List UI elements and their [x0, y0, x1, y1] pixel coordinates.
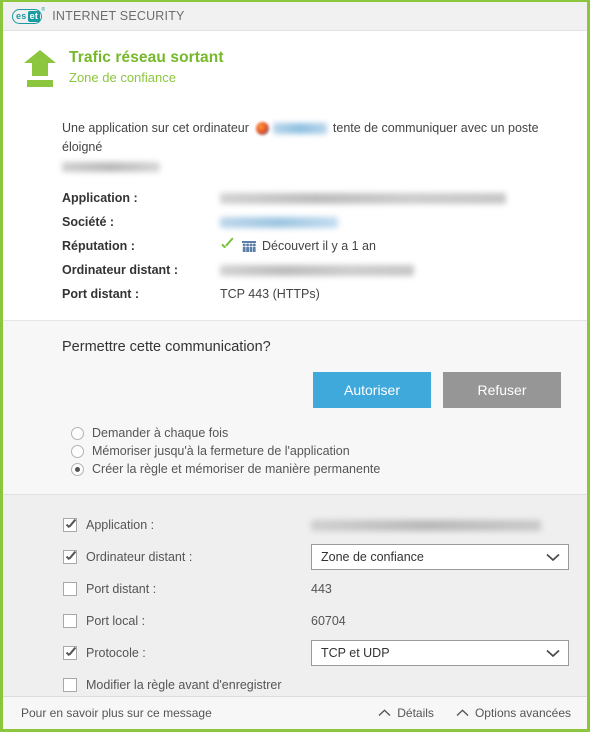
option-label-remote-port: Port distant :: [86, 582, 157, 596]
radio-label: Créer la règle et mémoriser de manière p…: [92, 462, 381, 476]
decision-question: Permettre cette communication?: [62, 339, 271, 355]
chevron-down-icon: [546, 649, 560, 657]
intro-sentence: Une application sur cet ordinateur tente…: [62, 119, 567, 172]
users-group-icon: [242, 240, 256, 252]
dropdown-protocol[interactable]: TCP et UDP: [311, 640, 569, 666]
dropdown-value-remote-computer: Zone de confiance: [321, 550, 424, 564]
checkbox-remote-port[interactable]: [63, 582, 77, 596]
connection-info-panel: Une application sur cet ordinateur tente…: [3, 102, 587, 320]
option-row-local-port: Port local : 60704: [63, 605, 569, 637]
intro-text-before: Une application sur cet ordinateur: [62, 121, 249, 135]
dropdown-remote-computer[interactable]: Zone de confiance: [311, 544, 569, 570]
checkbox-remote-computer[interactable]: [63, 550, 77, 564]
page-title: Trafic réseau sortant: [69, 49, 224, 66]
row-value-application: [220, 186, 567, 210]
logo-text-et: et: [27, 10, 41, 22]
footer-links: Détails Options avancées: [378, 706, 571, 720]
allow-button[interactable]: Autoriser: [313, 372, 431, 408]
option-row-protocol: Protocole : TCP et UDP: [63, 637, 569, 669]
checkbox-protocol[interactable]: [63, 646, 77, 660]
more-info-link[interactable]: Pour en savoir plus sur ce message: [21, 706, 212, 720]
option-label-application: Application :: [86, 518, 155, 532]
row-label-remote-port: Port distant :: [62, 287, 140, 301]
title-bar: es et ® INTERNET SECURITY: [3, 2, 587, 31]
option-row-remote-port: Port distant : 443: [63, 573, 569, 605]
redacted-rule-application-path: [311, 519, 541, 531]
radio-ask-every-time[interactable]: Demander à chaque fois: [71, 426, 567, 440]
connection-details-table: Application : Société : Réputation : Déc…: [62, 186, 567, 306]
rule-options-panel: Application : Ordinateur distant : Zone …: [3, 494, 587, 711]
option-label-remote-computer: Ordinateur distant :: [86, 550, 193, 564]
radio-button-icon[interactable]: [71, 426, 84, 440]
radio-button-icon-selected[interactable]: [71, 462, 84, 476]
row-label-remote-computer: Ordinateur distant :: [62, 263, 178, 277]
checkbox-edit-rule[interactable]: [63, 678, 77, 692]
option-label-local-port: Port local :: [86, 614, 146, 628]
eset-firewall-dialog: es et ® INTERNET SECURITY Trafic réseau s…: [0, 0, 590, 732]
table-row-remote-port: Port distant : TCP 443 (HTTPs): [62, 282, 567, 306]
decision-button-row: Autoriser Refuser: [62, 372, 567, 408]
row-label-reputation: Réputation :: [62, 239, 135, 253]
application-icon: [256, 122, 270, 136]
row-value-reputation: Découvert il y a 1 an: [220, 234, 567, 258]
redacted-remote-host: [62, 162, 160, 172]
logo-text-es: es: [16, 10, 27, 21]
table-row-remote-computer: Ordinateur distant :: [62, 258, 567, 282]
radio-remember-until-close[interactable]: Mémoriser jusqu'à la fermeture de l'appl…: [71, 444, 567, 458]
redacted-app-name: [273, 123, 328, 135]
checkbox-application[interactable]: [63, 518, 77, 532]
chevron-down-icon: [546, 553, 560, 561]
option-row-remote-computer: Ordinateur distant : Zone de confiance: [63, 541, 569, 573]
option-label-protocol: Protocole :: [86, 646, 146, 660]
row-value-company: [220, 210, 567, 234]
redacted-application-path: [220, 192, 506, 204]
remember-choice-radio-group: Demander à chaque fois Mémoriser jusqu'à…: [62, 426, 567, 476]
row-value-remote-port: TCP 443 (HTTPs): [220, 287, 320, 301]
option-value-local-port: 60704: [311, 614, 346, 628]
decision-panel: Permettre cette communication? Autoriser…: [3, 320, 587, 494]
row-label-company: Société :: [62, 215, 115, 229]
checkbox-local-port[interactable]: [63, 614, 77, 628]
advanced-options-label: Options avancées: [474, 706, 571, 720]
radio-create-permanent-rule[interactable]: Créer la règle et mémoriser de manière p…: [71, 462, 567, 476]
dropdown-value-protocol: TCP et UDP: [321, 646, 390, 660]
row-value-remote-computer: [220, 258, 567, 282]
reputation-text: Découvert il y a 1 an: [262, 239, 376, 253]
radio-label: Mémoriser jusqu'à la fermeture de l'appl…: [92, 444, 350, 458]
redacted-remote-computer: [220, 264, 414, 276]
details-label: Détails: [397, 706, 434, 720]
table-row-reputation: Réputation : Découvert il y a 1 an: [62, 234, 567, 258]
dialog-footer: Pour en savoir plus sur ce message Détai…: [3, 696, 587, 729]
logo-trademark: ®: [41, 6, 46, 13]
chevron-up-icon: [378, 709, 391, 717]
chevron-up-icon: [456, 709, 469, 717]
product-name: INTERNET SECURITY: [52, 9, 185, 23]
page-subtitle: Zone de confiance: [69, 70, 176, 85]
eset-logo-icon: es et ®: [12, 7, 45, 24]
table-row-company: Société :: [62, 210, 567, 234]
option-value-remote-port: 443: [311, 582, 332, 596]
redacted-company-name: [220, 216, 338, 228]
table-row-application: Application :: [62, 186, 567, 210]
advanced-options-toggle[interactable]: Options avancées: [456, 706, 571, 720]
radio-button-icon[interactable]: [71, 444, 84, 458]
dialog-header: Trafic réseau sortant Zone de confiance: [3, 31, 587, 102]
green-check-icon: [220, 240, 236, 253]
row-label-application: Application :: [62, 191, 138, 205]
outgoing-traffic-arrow-icon: [21, 47, 61, 92]
radio-label: Demander à chaque fois: [92, 426, 229, 440]
option-row-application: Application :: [63, 509, 569, 541]
option-label-edit-rule: Modifier la règle avant d'enregistrer: [86, 678, 282, 692]
details-toggle[interactable]: Détails: [378, 706, 434, 720]
header-text-block: Trafic réseau sortant Zone de confiance: [69, 47, 224, 92]
deny-button[interactable]: Refuser: [443, 372, 561, 408]
